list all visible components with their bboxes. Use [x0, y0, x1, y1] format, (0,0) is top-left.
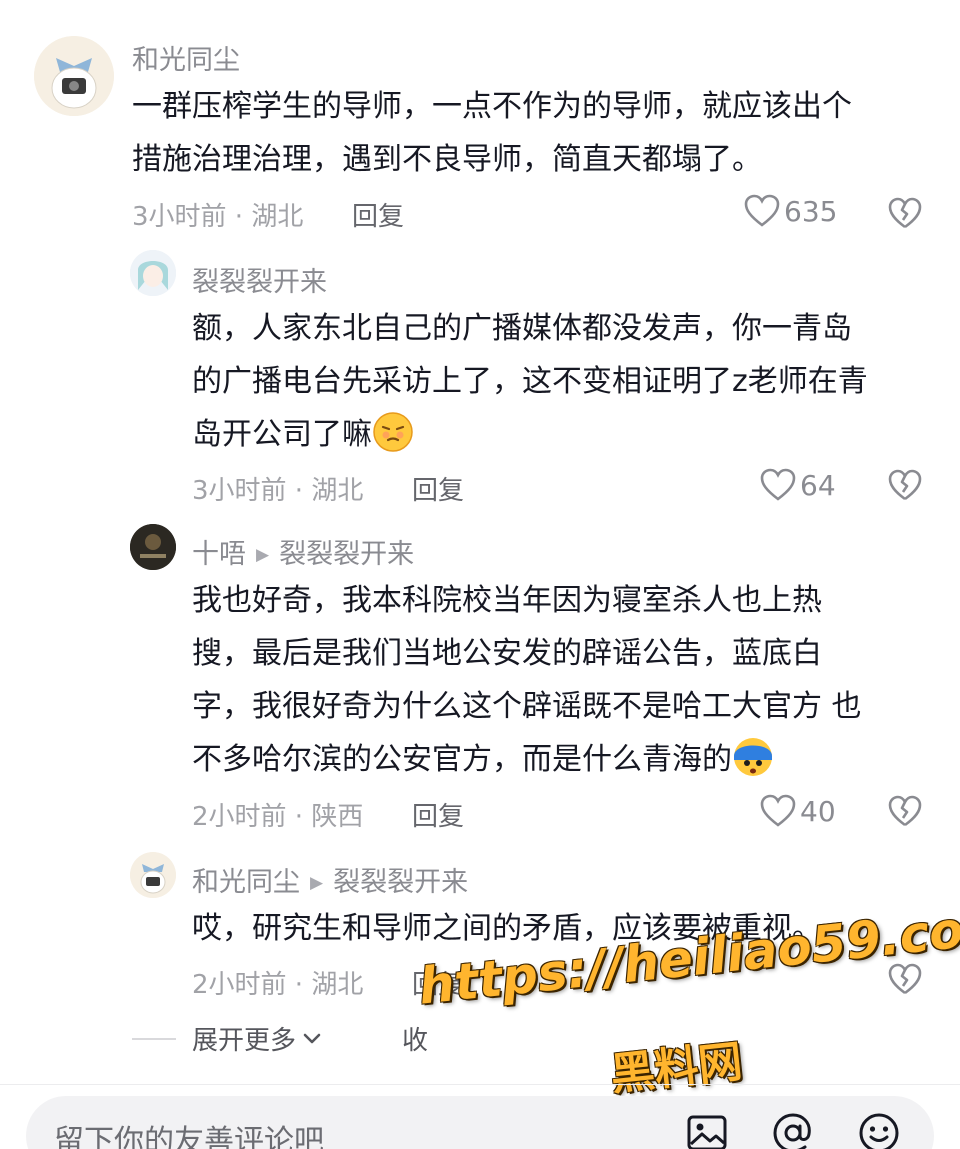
broken-heart-icon[interactable]: [888, 196, 922, 230]
comment-text: 额，人家东北自己的广播媒体都没发声，你一青岛 的广播电台先采访上了，这不变相证明…: [192, 311, 868, 452]
broken-heart-icon[interactable]: [888, 468, 922, 502]
comment-username[interactable]: 裂裂裂开来: [192, 260, 327, 299]
like-count: 64: [800, 468, 836, 502]
shocked-blue-emoji: [734, 738, 772, 776]
comment-username[interactable]: 十唔 ▶ 裂裂裂开来: [192, 532, 414, 571]
comment-meta: 2小时前 · 湖北: [192, 970, 364, 1000]
heart-icon: [744, 194, 780, 227]
image-icon[interactable]: [684, 1110, 730, 1149]
reply-button[interactable]: 回复: [412, 470, 464, 507]
at-icon[interactable]: [770, 1110, 816, 1149]
comment-meta: 2小时前 · 陕西: [192, 802, 364, 832]
broken-heart-icon[interactable]: [888, 794, 922, 828]
reply-arrow-icon: ▶: [310, 873, 324, 893]
collapse-button[interactable]: 收: [402, 1020, 428, 1057]
like-count: 635: [784, 194, 838, 228]
like-button[interactable]: 64: [760, 468, 836, 502]
divider: [132, 1038, 176, 1040]
grimace-emoji: [373, 412, 413, 452]
reply-button[interactable]: 回复: [352, 196, 404, 233]
comment-input[interactable]: 留下你的友善评论吧: [54, 1116, 324, 1149]
comment-text: 一群压榨学生的导师，一点不作为的导师，就应该出个 措施治理治理，遇到不良导师，简…: [132, 89, 852, 177]
comment-input-bar[interactable]: 留下你的友善评论吧: [26, 1096, 934, 1149]
avatar[interactable]: [34, 36, 114, 116]
comment-meta: 3小时前 · 湖北: [132, 202, 304, 232]
comment-text: 我也好奇，我本科院校当年因为寝室杀人也上热 搜，最后是我们当地公安发的辟谣公告，…: [192, 583, 862, 777]
heart-icon: [760, 794, 796, 827]
like-button[interactable]: 40: [760, 794, 836, 828]
watermark-name: 黑料网: [608, 1036, 745, 1101]
expand-more-button[interactable]: 展开更多: [192, 1020, 322, 1057]
reply-button[interactable]: 回复: [412, 796, 464, 833]
broken-heart-icon[interactable]: [888, 962, 922, 996]
comment-username[interactable]: 和光同尘: [132, 38, 240, 77]
avatar[interactable]: [130, 250, 176, 296]
chevron-down-icon: [303, 1033, 321, 1043]
comment-username[interactable]: 和光同尘 ▶ 裂裂裂开来: [192, 860, 468, 899]
comment-meta: 3小时前 · 湖北: [192, 476, 364, 506]
like-count: 40: [800, 794, 836, 828]
divider: [0, 1084, 960, 1085]
avatar[interactable]: [130, 852, 176, 898]
reply-arrow-icon: ▶: [256, 545, 270, 565]
avatar[interactable]: [130, 524, 176, 570]
smiley-icon[interactable]: [856, 1110, 902, 1149]
like-button[interactable]: 635: [744, 194, 837, 228]
heart-icon: [760, 468, 796, 501]
